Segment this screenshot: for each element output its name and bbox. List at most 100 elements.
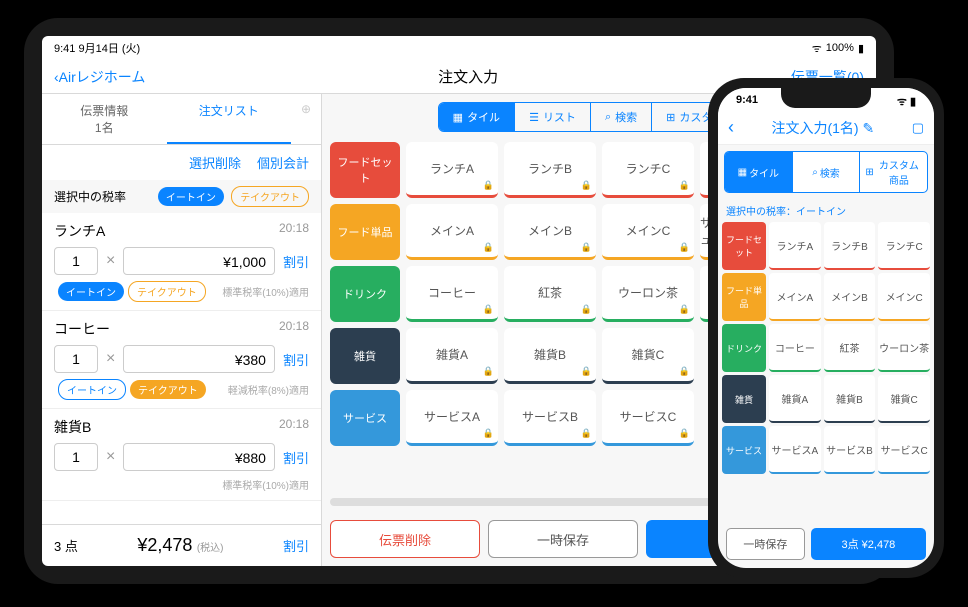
phone-notch <box>781 88 871 108</box>
tax-note: 軽減税率(8%)適用 <box>228 382 309 397</box>
phone-save-button[interactable]: 一時保存 <box>726 528 805 560</box>
discount-link[interactable]: 割引 <box>283 350 309 369</box>
lock-icon: 🔒 <box>581 180 592 191</box>
take-out-pill[interactable]: テイクアウト <box>128 281 206 302</box>
product-tile[interactable]: ランチC🔒 <box>602 142 694 198</box>
qty-input[interactable] <box>54 443 98 471</box>
product-tile[interactable]: ウーロン茶🔒 <box>602 266 694 322</box>
item-name: コーヒー <box>54 319 110 339</box>
phone-product-tile[interactable]: サービスA <box>769 426 821 474</box>
wifi-icon: ᯤ <box>812 41 822 56</box>
product-tile[interactable]: 雑貨A🔒 <box>406 328 498 384</box>
phone-product-tile[interactable]: ランチC <box>878 222 930 270</box>
tab-order-list[interactable]: 注文リスト <box>167 94 292 144</box>
phone-category-tile[interactable]: サービス <box>722 426 766 474</box>
phone-product-tile[interactable]: メインC <box>878 273 930 321</box>
phone-pay-button[interactable]: 3点 ¥2,478 <box>811 528 926 560</box>
phone-product-tile[interactable]: ランチB <box>824 222 876 270</box>
phone-category-tile[interactable]: 雑貨 <box>722 375 766 423</box>
phone-seg-search[interactable]: ⌕検索 <box>793 152 861 192</box>
lock-icon: 🔒 <box>483 180 494 191</box>
total-discount-link[interactable]: 割引 <box>283 536 309 555</box>
phone-screen: 9:41 ᯤ ▮ ‹ 注文入力(1名) ✎ ▢ ▦タイル ⌕検索 ⊞カスタム商品… <box>718 88 934 568</box>
phone-category-tile[interactable]: フードセット <box>722 222 766 270</box>
product-tile[interactable]: コーヒー🔒 <box>406 266 498 322</box>
phone-category-tile[interactable]: ドリンク <box>722 324 766 372</box>
product-tile[interactable]: 紅茶🔒 <box>504 266 596 322</box>
qty-input[interactable] <box>54 345 98 373</box>
category-tile[interactable]: フード単品 <box>330 204 400 260</box>
totals-row: 3 点 ¥2,478 (税込) 割引 <box>42 524 321 566</box>
eat-in-pill[interactable]: イートイン <box>58 282 124 301</box>
seg-list[interactable]: ☰リスト <box>515 103 591 131</box>
phone-product-tile[interactable]: サービスC <box>878 426 930 474</box>
tax-note: 標準税率(10%)適用 <box>222 284 309 299</box>
category-tile[interactable]: サービス <box>330 390 400 446</box>
phone-category-tile[interactable]: フード単品 <box>722 273 766 321</box>
product-tile[interactable]: サービスB🔒 <box>504 390 596 446</box>
category-tile[interactable]: ドリンク <box>330 266 400 322</box>
phone-product-tile[interactable]: 雑貨A <box>769 375 821 423</box>
product-tile[interactable]: メインA🔒 <box>406 204 498 260</box>
order-item: コーヒー20:18 × ¥380 割引 イートインテイクアウト軽減税率(8%)適… <box>42 311 321 409</box>
price-field[interactable]: ¥1,000 <box>123 247 275 275</box>
phone-product-tile[interactable]: 雑貨B <box>824 375 876 423</box>
seg-search[interactable]: ⌕検索 <box>591 103 652 131</box>
phone-product-tile[interactable]: 紅茶 <box>824 324 876 372</box>
phone-product-tile[interactable]: 雑貨C <box>878 375 930 423</box>
product-tile[interactable]: サービスA🔒 <box>406 390 498 446</box>
take-out-pill[interactable]: テイクアウト <box>231 186 309 207</box>
phone-product-tile[interactable]: メインA <box>769 273 821 321</box>
tax-selector-row: 選択中の税率 イートイン テイクアウト <box>42 180 321 213</box>
product-tile[interactable]: メインC🔒 <box>602 204 694 260</box>
lock-icon: 🔒 <box>581 428 592 439</box>
phone-view-segment: ▦タイル ⌕検索 ⊞カスタム商品 <box>724 151 928 193</box>
price-field[interactable]: ¥380 <box>123 345 275 373</box>
order-item: 雑貨B20:18 × ¥880 割引 標準税率(10%)適用 <box>42 409 321 501</box>
phone-seg-tile[interactable]: ▦タイル <box>725 152 793 192</box>
grid-icon: ▦ <box>738 167 747 178</box>
status-date: 9月14日 (火) <box>78 43 140 55</box>
product-tile[interactable]: ランチB🔒 <box>504 142 596 198</box>
product-tile[interactable]: ランチA🔒 <box>406 142 498 198</box>
phone-frame: 9:41 ᯤ ▮ ‹ 注文入力(1名) ✎ ▢ ▦タイル ⌕検索 ⊞カスタム商品… <box>708 78 944 578</box>
search-icon: ⌕ <box>605 111 611 124</box>
seg-tile[interactable]: ▦タイル <box>439 103 515 131</box>
discount-link[interactable]: 割引 <box>283 448 309 467</box>
product-tile[interactable]: 雑貨C🔒 <box>602 328 694 384</box>
battery-icon: ▮ <box>858 42 864 55</box>
lock-icon: 🔒 <box>483 242 494 253</box>
back-button[interactable]: ‹Airレジホーム <box>54 67 145 87</box>
product-tile[interactable]: メインB🔒 <box>504 204 596 260</box>
lock-icon: 🔒 <box>679 366 690 377</box>
product-tile[interactable]: サービスC🔒 <box>602 390 694 446</box>
tab-slip-info[interactable]: 伝票情報1名 <box>42 94 167 144</box>
select-delete-link[interactable]: 選択削除 <box>189 153 241 172</box>
edit-icon[interactable]: ✎ <box>862 120 874 136</box>
split-bill-link[interactable]: 個別会計 <box>257 153 309 172</box>
save-draft-button[interactable]: 一時保存 <box>488 520 638 558</box>
add-tab-icon[interactable]: ⊕ <box>291 94 321 144</box>
order-item: ランチA20:18 × ¥1,000 割引 イートインテイクアウト標準税率(10… <box>42 213 321 311</box>
phone-product-tile[interactable]: ランチA <box>769 222 821 270</box>
phone-product-tile[interactable]: コーヒー <box>769 324 821 372</box>
price-field[interactable]: ¥880 <box>123 443 275 471</box>
eat-in-pill[interactable]: イートイン <box>158 187 224 206</box>
phone-product-tile[interactable]: サービスB <box>824 426 876 474</box>
discount-link[interactable]: 割引 <box>283 252 309 271</box>
phone-slip-icon[interactable]: ▢ <box>912 120 924 136</box>
delete-slip-button[interactable]: 伝票削除 <box>330 520 480 558</box>
product-tile[interactable]: 雑貨B🔒 <box>504 328 596 384</box>
category-tile[interactable]: 雑貨 <box>330 328 400 384</box>
take-out-pill[interactable]: テイクアウト <box>130 380 206 399</box>
eat-in-pill[interactable]: イートイン <box>58 379 126 400</box>
battery-pct: 100% <box>826 42 854 54</box>
qty-input[interactable] <box>54 247 98 275</box>
total-count: 3 <box>54 539 61 554</box>
lock-icon: 🔒 <box>581 304 592 315</box>
category-tile[interactable]: フードセット <box>330 142 400 198</box>
phone-seg-custom[interactable]: ⊞カスタム商品 <box>860 152 927 192</box>
phone-product-tile[interactable]: メインB <box>824 273 876 321</box>
phone-product-tile[interactable]: ウーロン茶 <box>878 324 930 372</box>
phone-tax-value[interactable]: イートイン <box>796 207 846 218</box>
